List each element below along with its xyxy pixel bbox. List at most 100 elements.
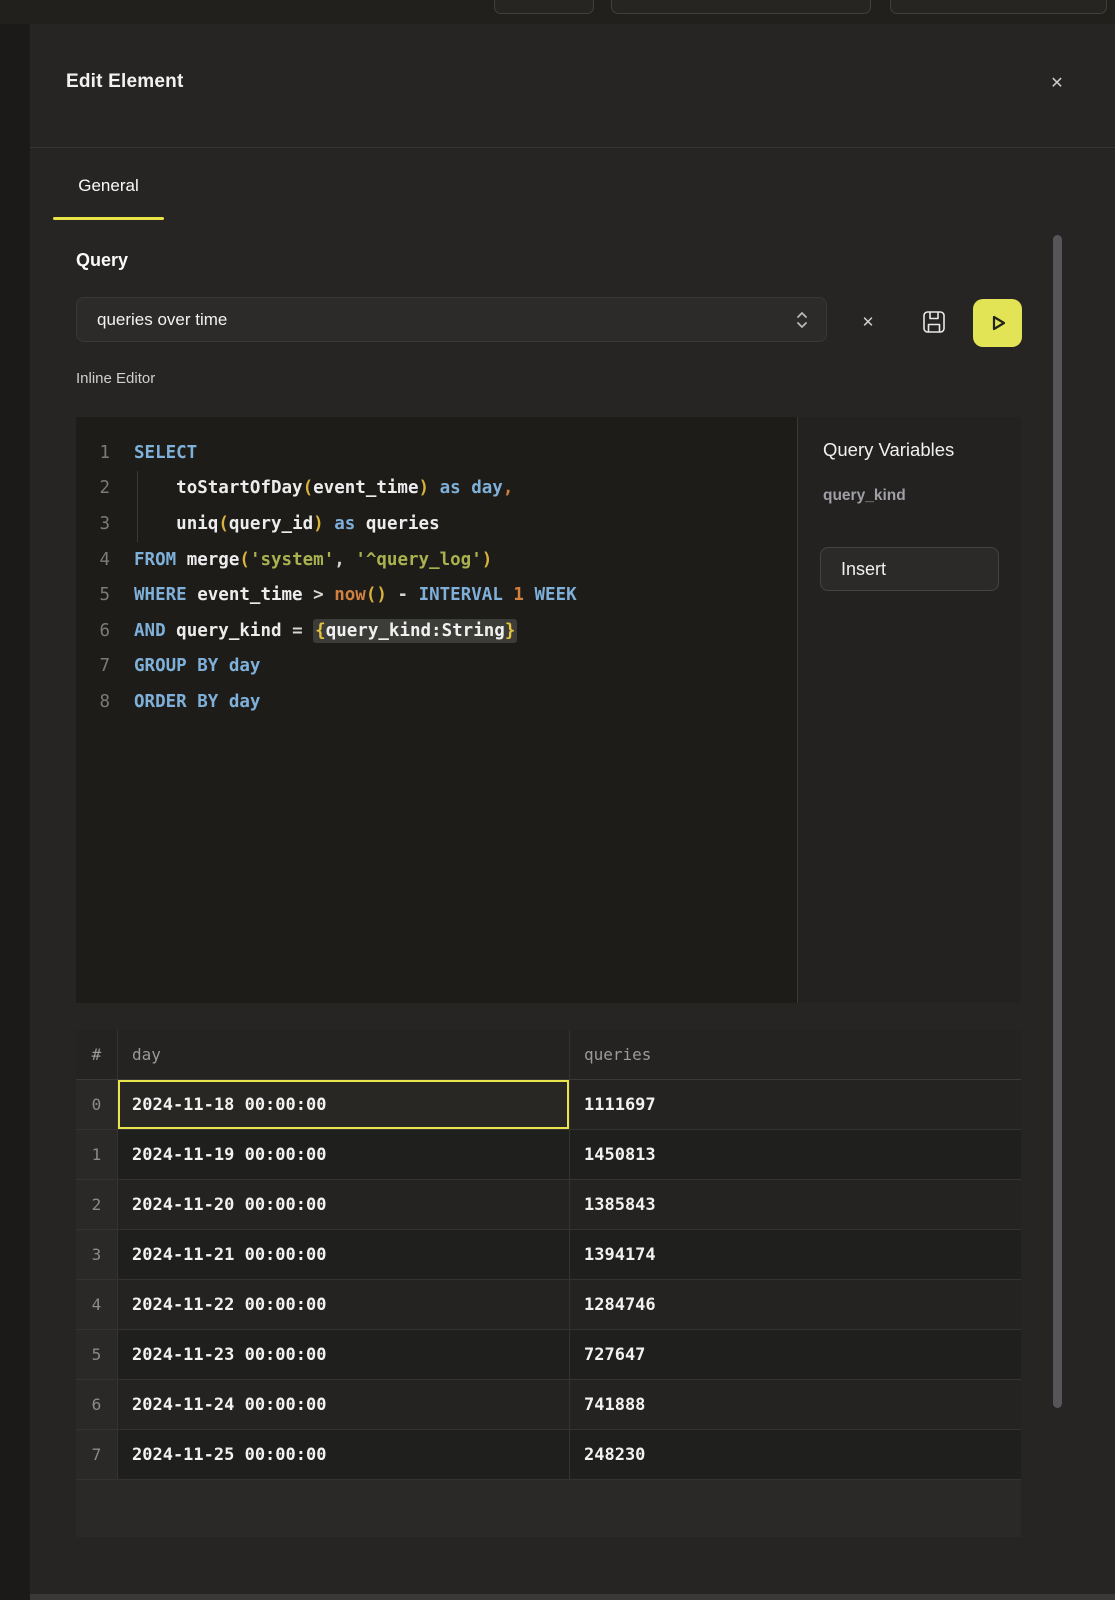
token-pl [176, 550, 187, 570]
token-id: queries [366, 514, 440, 534]
cell-day[interactable]: 2024-11-24 00:00:00 [118, 1380, 570, 1429]
token-chip-text: query_kind:String [326, 621, 505, 641]
background-button [494, 0, 594, 14]
run-query-button[interactable] [973, 299, 1022, 347]
indent-guide [137, 471, 138, 542]
cell-day-selected[interactable]: 2024-11-18 00:00:00 [118, 1080, 570, 1129]
token-pl [187, 656, 198, 676]
token-op: , [334, 550, 345, 570]
token-kw: WEEK [535, 585, 577, 605]
table-body: 02024-11-18 00:00:00111169712024-11-19 0… [76, 1080, 1021, 1480]
code-line[interactable]: 8ORDER BY day [76, 684, 797, 720]
cell-day[interactable]: 2024-11-20 00:00:00 [118, 1180, 570, 1229]
token-kw: day [471, 478, 503, 498]
clear-query-button[interactable]: ✕ [854, 308, 882, 336]
edit-element-drawer: Edit Element ✕ General Query queries ove… [30, 24, 1115, 1600]
token-kw: INTERVAL [419, 585, 503, 605]
query-select[interactable]: queries over time [76, 297, 827, 342]
cell-day[interactable]: 2024-11-23 00:00:00 [118, 1330, 570, 1379]
cell-queries[interactable]: 1385843 [570, 1180, 1021, 1229]
insert-variable-button[interactable]: Insert [820, 547, 999, 591]
line-number: 6 [76, 621, 110, 641]
background-input [890, 0, 1107, 14]
token-par: ) [313, 514, 324, 534]
line-code: toStartOfDay(event_time) as day, [134, 478, 513, 498]
table-row: 02024-11-18 00:00:001111697 [76, 1080, 1021, 1130]
drawer-scrollbar[interactable] [1053, 235, 1062, 1408]
token-kw: BY [197, 692, 218, 712]
code-line[interactable]: 6 AND query_kind = {query_kind:String} [76, 613, 797, 649]
close-icon[interactable]: ✕ [1042, 68, 1072, 98]
token-par: ) [482, 550, 493, 570]
play-icon [987, 312, 1009, 334]
token-par: ( [303, 478, 314, 498]
cell-day[interactable]: 2024-11-21 00:00:00 [118, 1230, 570, 1279]
drawer-title: Edit Element [66, 71, 183, 93]
token-par: ) [376, 585, 387, 605]
code-lines: 1SELECT2 toStartOfDay(event_time) as day… [76, 435, 797, 720]
line-number: 7 [76, 656, 110, 676]
cell-queries[interactable]: 727647 [570, 1330, 1021, 1379]
token-str: '^query_log' [355, 550, 481, 570]
cell-day[interactable]: 2024-11-19 00:00:00 [118, 1130, 570, 1179]
token-kw: day [229, 692, 261, 712]
token-pl [134, 514, 176, 534]
cell-queries[interactable]: 1450813 [570, 1130, 1021, 1179]
table-row: 32024-11-21 00:00:001394174 [76, 1230, 1021, 1280]
column-header-queries[interactable]: queries [570, 1030, 1021, 1079]
tab-general[interactable]: General [53, 176, 164, 196]
token-op: > [313, 585, 324, 605]
code-editor[interactable]: 1SELECT2 toStartOfDay(event_time) as day… [76, 417, 797, 1003]
token-pl [408, 585, 419, 605]
token-pl [387, 585, 398, 605]
cell-queries[interactable]: 1284746 [570, 1280, 1021, 1329]
cell-queries[interactable]: 1111697 [570, 1080, 1021, 1129]
background-input [611, 0, 871, 14]
cell-queries[interactable]: 248230 [570, 1430, 1021, 1479]
code-line[interactable]: 3 uniq(query_id) as queries [76, 506, 797, 542]
token-pl [524, 585, 535, 605]
token-pl [355, 514, 366, 534]
token-pl [324, 514, 335, 534]
token-num: , [503, 478, 514, 498]
code-line[interactable]: 1SELECT [76, 435, 797, 471]
code-line[interactable]: 5WHERE event_time > now() - INTERVAL 1 W… [76, 577, 797, 613]
token-pl [303, 621, 314, 641]
line-code: uniq(query_id) as queries [134, 514, 440, 534]
query-parameter-chip: {query_kind:String} [313, 619, 517, 643]
line-number: 2 [76, 478, 110, 498]
inline-editor-label: Inline Editor [76, 370, 155, 387]
token-kw: SELECT [134, 443, 197, 463]
line-code: AND query_kind = {query_kind:String} [134, 621, 517, 641]
row-index: 6 [76, 1380, 118, 1429]
tab-active-underline [53, 217, 164, 220]
line-number: 5 [76, 585, 110, 605]
cell-queries[interactable]: 1394174 [570, 1230, 1021, 1279]
code-line[interactable]: 4FROM merge('system', '^query_log') [76, 542, 797, 578]
code-line[interactable]: 2 toStartOfDay(event_time) as day, [76, 471, 797, 507]
line-code: GROUP BY day [134, 656, 260, 676]
token-kw: AND [134, 621, 166, 641]
cell-queries[interactable]: 741888 [570, 1380, 1021, 1429]
query-variables-heading: Query Variables [823, 439, 1021, 461]
row-index: 5 [76, 1330, 118, 1379]
save-query-button[interactable] [920, 308, 948, 336]
code-line[interactable]: 7 GROUP BY day [76, 649, 797, 685]
token-pl [218, 692, 229, 712]
token-kw: WHERE [134, 585, 187, 605]
token-par: ) [419, 478, 430, 498]
token-par: ( [366, 585, 377, 605]
token-kw: ORDER [134, 692, 187, 712]
column-header-day[interactable]: day [118, 1030, 570, 1079]
token-pl [187, 585, 198, 605]
cell-day[interactable]: 2024-11-25 00:00:00 [118, 1430, 570, 1479]
row-index: 3 [76, 1230, 118, 1279]
token-kw: day [229, 656, 261, 676]
table-row: 22024-11-20 00:00:001385843 [76, 1180, 1021, 1230]
results-table: # day queries 02024-11-18 00:00:00111169… [76, 1030, 1021, 1537]
table-row: 12024-11-19 00:00:001450813 [76, 1130, 1021, 1180]
token-pl [218, 656, 229, 676]
token-kw: GROUP [134, 656, 187, 676]
cell-day[interactable]: 2024-11-22 00:00:00 [118, 1280, 570, 1329]
column-header-index[interactable]: # [76, 1030, 118, 1079]
